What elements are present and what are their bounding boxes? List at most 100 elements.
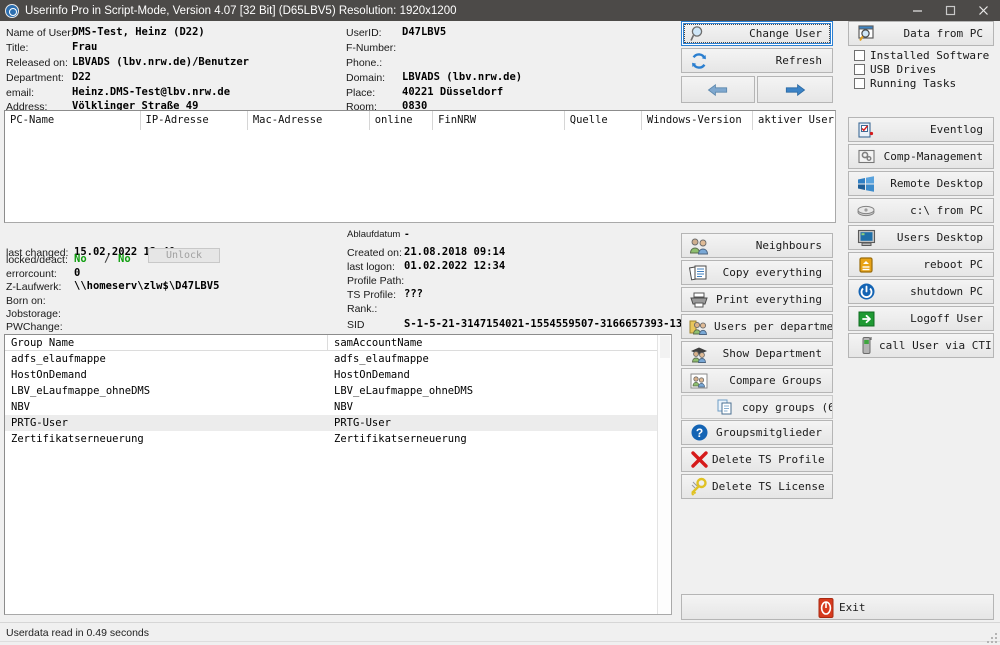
groups-scrollbar[interactable] xyxy=(657,335,671,614)
groups-col-samaccountname[interactable]: samAccountName xyxy=(328,335,657,350)
c-from-pc-label: c:\ from PC xyxy=(910,204,983,217)
groups-header-row: Group Name samAccountName xyxy=(5,335,657,351)
groupsmitglieder-button[interactable]: ? Groupsmitglieder xyxy=(681,420,833,445)
detail-label: errorcount: xyxy=(6,268,57,280)
pc-col-quelle[interactable]: Quelle xyxy=(565,111,642,130)
print-everything-button[interactable]: Print everything xyxy=(681,287,833,312)
app-logo-icon xyxy=(5,3,19,18)
close-button[interactable] xyxy=(967,0,1000,21)
checkbox-label: Installed Software xyxy=(870,49,990,62)
delete-ts-profile-label: Delete TS Profile xyxy=(712,453,825,466)
group-name-cell: adfs_elaufmappe xyxy=(11,353,106,365)
groups-row[interactable]: adfs_elaufmappe adfs_elaufmappe xyxy=(5,351,657,367)
pc-table-panel: PC-Name IP-Adresse Mac-Adresse online Fi… xyxy=(4,110,836,223)
groups-row[interactable]: HostOnDemand HostOnDemand xyxy=(5,367,657,383)
detail-label: PWChange: xyxy=(6,321,63,333)
field-value-domain: LBVADS (lbv.nrw.de) xyxy=(402,71,523,83)
groups-row[interactable]: Zertifikatserneuerung Zertifikatserneuer… xyxy=(5,431,657,447)
department-icon xyxy=(686,342,712,365)
help-icon: ? xyxy=(686,421,712,444)
unlock-label: Unlock xyxy=(165,250,203,261)
groups-row-selected[interactable]: PRTG-User PRTG-User xyxy=(5,415,657,431)
field-label: Released on: xyxy=(6,57,68,69)
eventlog-button[interactable]: Eventlog xyxy=(848,117,994,142)
users-desktop-button[interactable]: Users Desktop xyxy=(848,225,994,250)
detail-value-last-logon: 01.02.2022 12:34 xyxy=(404,260,506,272)
people-icon xyxy=(686,234,712,257)
groups-row[interactable]: LBV_eLaufmappe_ohneDMS LBV_eLaufmappe_oh… xyxy=(5,383,657,399)
pc-col-online[interactable]: online xyxy=(370,111,434,130)
comp-management-icon xyxy=(853,145,879,168)
detail-label: Jobstorage: xyxy=(6,308,61,320)
group-name-cell: LBV_eLaufmappe_ohneDMS xyxy=(11,385,151,397)
reboot-pc-button[interactable]: reboot PC xyxy=(848,252,994,277)
status-bar: Userdata read in 0.49 seconds xyxy=(0,622,1000,645)
field-value-title: Frau xyxy=(72,41,98,53)
checkbox-box[interactable] xyxy=(854,50,865,61)
delete-ts-profile-button[interactable]: Delete TS Profile xyxy=(681,447,833,472)
exit-icon xyxy=(813,598,839,618)
minimize-button[interactable] xyxy=(901,0,934,21)
remote-desktop-button[interactable]: Remote Desktop xyxy=(848,171,994,196)
show-department-button[interactable]: Show Department xyxy=(681,341,833,366)
c-from-pc-button[interactable]: c:\ from PC xyxy=(848,198,994,223)
pc-col-aktiver-user[interactable]: aktiver User xyxy=(753,111,835,130)
users-folder-icon xyxy=(686,315,712,338)
compare-groups-button[interactable]: Compare Groups xyxy=(681,368,833,393)
detail-label: locked/deact: xyxy=(6,254,68,266)
groups-row[interactable]: NBV NBV xyxy=(5,399,657,415)
delete-ts-license-button[interactable]: Delete TS License xyxy=(681,474,833,499)
copy-groups-button[interactable]: copy groups (6) xyxy=(681,395,833,419)
field-label: Place: xyxy=(346,87,376,99)
detail-label: TS Profile: xyxy=(347,289,397,301)
title-bar: Userinfo Pro in Script-Mode, Version 4.0… xyxy=(0,0,1000,21)
window-title: Userinfo Pro in Script-Mode, Version 4.0… xyxy=(25,4,457,17)
back-button[interactable] xyxy=(681,76,755,103)
resize-grip[interactable] xyxy=(985,631,999,645)
checkbox-usb-drives[interactable]: USB Drives xyxy=(854,63,936,76)
checkbox-running-tasks[interactable]: Running Tasks xyxy=(854,77,956,90)
call-user-via-cti-button[interactable]: call User via CTI xyxy=(848,333,994,358)
pc-col-finnrw[interactable]: FinNRW xyxy=(433,111,565,130)
users-per-department-button[interactable]: Users per department xyxy=(681,314,833,339)
field-value-name-of-user: DMS-Test, Heinz (D22) xyxy=(72,26,205,38)
pc-col-windows-version[interactable]: Windows-Version xyxy=(642,111,754,130)
groups-scrollbar-thumb[interactable] xyxy=(660,336,670,358)
logoff-user-label: Logoff User xyxy=(910,312,983,325)
pc-col-mac-adresse[interactable]: Mac-Adresse xyxy=(248,111,370,130)
logoff-icon xyxy=(853,307,879,330)
detail-label: Born on: xyxy=(6,295,46,307)
maximize-button[interactable] xyxy=(934,0,967,21)
neighbours-label: Neighbours xyxy=(755,239,822,252)
pc-col-pc-name[interactable]: PC-Name xyxy=(5,111,141,130)
logoff-user-button[interactable]: Logoff User xyxy=(848,306,994,331)
checkbox-box[interactable] xyxy=(854,78,865,89)
checkbox-box[interactable] xyxy=(854,64,865,75)
power-icon xyxy=(853,280,879,303)
refresh-button[interactable]: Refresh xyxy=(681,48,833,73)
detail-label: SID xyxy=(347,319,365,331)
pc-col-ip-adresse[interactable]: IP-Adresse xyxy=(141,111,248,130)
call-user-via-cti-label: call User via CTI xyxy=(879,339,992,352)
change-user-button[interactable]: Change User xyxy=(681,21,833,46)
data-from-pc-button[interactable]: Data from PC xyxy=(848,21,994,46)
shutdown-pc-button[interactable]: shutdown PC xyxy=(848,279,994,304)
forward-button[interactable] xyxy=(757,76,833,103)
field-value-department: D22 xyxy=(72,71,91,83)
printer-icon xyxy=(686,288,712,311)
detail-value-sid: S-1-5-21-3147154021-1554559507-316665739… xyxy=(404,318,702,330)
key-icon xyxy=(686,475,712,498)
checkbox-installed-software[interactable]: Installed Software xyxy=(854,49,989,62)
copy-groups-label: copy groups (6) xyxy=(742,400,832,414)
exit-button[interactable]: Exit xyxy=(681,594,994,620)
comp-management-button[interactable]: Comp-Management xyxy=(848,144,994,169)
data-from-pc-label: Data from PC xyxy=(903,27,983,40)
sam-account-cell: Zertifikatserneuerung xyxy=(334,433,467,445)
groups-col-group-name[interactable]: Group Name xyxy=(5,335,328,350)
shutdown-pc-label: shutdown PC xyxy=(910,285,983,298)
unlock-button[interactable]: Unlock xyxy=(148,248,220,263)
copy-everything-button[interactable]: Copy everything xyxy=(681,260,833,285)
sam-account-cell: NBV xyxy=(334,401,353,413)
detail-value-ts-profile: ??? xyxy=(404,288,423,300)
neighbours-button[interactable]: Neighbours xyxy=(681,233,833,258)
